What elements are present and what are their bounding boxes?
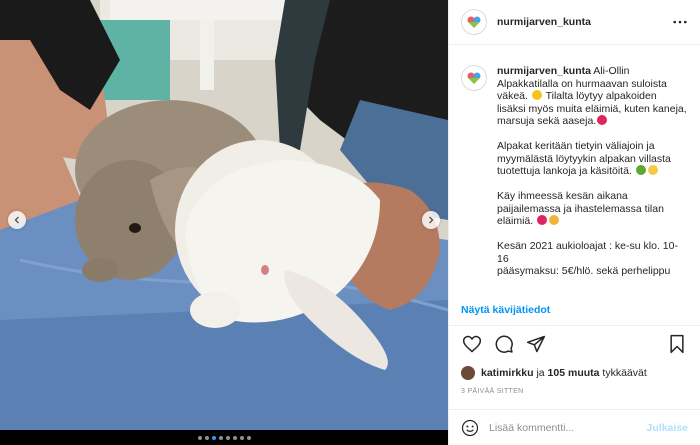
comment-input[interactable] bbox=[489, 421, 647, 434]
carousel-dot bbox=[211, 435, 216, 440]
carousel-dot bbox=[246, 435, 251, 440]
carousel-dot bbox=[204, 435, 209, 440]
post-actions bbox=[449, 326, 700, 362]
caption-text: nurmijarven_kunta Ali-Ollin Alpakkatilal… bbox=[497, 65, 688, 295]
instagram-post: nurmijarven_kunta nurmijarven_kunta Ali-… bbox=[0, 0, 700, 445]
carousel-dot bbox=[197, 435, 202, 440]
carousel-dot bbox=[239, 435, 244, 440]
carousel-indicator bbox=[0, 430, 448, 445]
liker-username[interactable]: katimirkku bbox=[481, 367, 534, 379]
post-header: nurmijarven_kunta bbox=[449, 0, 700, 45]
sun-emoji-icon bbox=[531, 90, 542, 100]
share-button[interactable] bbox=[525, 333, 547, 355]
carousel-dot bbox=[232, 435, 237, 440]
comment-button[interactable] bbox=[493, 333, 515, 355]
share-icon bbox=[526, 335, 546, 353]
chevron-right-icon bbox=[429, 216, 434, 224]
carousel-dot bbox=[225, 435, 230, 440]
yarn-emoji-icon bbox=[635, 165, 646, 175]
heart-emoji-icon bbox=[597, 115, 608, 125]
carousel-dot bbox=[218, 435, 223, 440]
comment-icon bbox=[495, 335, 513, 353]
hug-emoji-icon bbox=[549, 215, 560, 225]
header-username[interactable]: nurmijarven_kunta bbox=[497, 16, 672, 28]
chevron-left-icon bbox=[14, 216, 19, 224]
like-button[interactable] bbox=[461, 333, 483, 355]
save-button[interactable] bbox=[666, 333, 688, 355]
heart-emoji-icon bbox=[537, 215, 548, 225]
likes-summary: katimirkku ja 105 muuta tykkäävät bbox=[449, 362, 700, 384]
caption-avatar[interactable] bbox=[461, 65, 487, 91]
caption-area: nurmijarven_kunta Ali-Ollin Alpakkatilal… bbox=[449, 45, 700, 295]
rabbits-photo[interactable] bbox=[0, 0, 448, 430]
post-sidebar: nurmijarven_kunta nurmijarven_kunta Ali-… bbox=[448, 0, 700, 445]
caption-paragraph-6: pääsymaksu: 5€/hlö. sekä perhelippu bbox=[497, 265, 671, 277]
comment-form: Julkaise bbox=[449, 409, 700, 445]
post-timestamp[interactable]: 3 PÄIVÄÄ SITTEN bbox=[449, 384, 700, 402]
more-options-icon[interactable] bbox=[672, 14, 688, 30]
caption-paragraph-4: Käy ihmeessä kesän aikana paijailemassa … bbox=[497, 190, 664, 227]
likes-connector: ja bbox=[533, 367, 548, 379]
profile-avatar[interactable] bbox=[461, 9, 487, 35]
likes-suffix: tykkäävät bbox=[599, 367, 647, 379]
view-insights-link[interactable]: Näytä kävijätiedot bbox=[461, 304, 550, 316]
post-comment-button[interactable]: Julkaise bbox=[647, 422, 688, 434]
carousel-next-button[interactable] bbox=[422, 211, 440, 229]
caption-paragraph-5: Kesän 2021 aukioloajat : ke-su klo. 10-1… bbox=[497, 240, 678, 265]
liker-avatar[interactable] bbox=[461, 366, 475, 380]
heart-icon bbox=[462, 335, 482, 353]
post-media bbox=[0, 0, 448, 445]
insights-link-row: Näytä kävijätiedot bbox=[449, 295, 700, 326]
likes-count[interactable]: 105 muuta bbox=[548, 367, 600, 379]
caption-username[interactable]: nurmijarven_kunta bbox=[497, 65, 591, 77]
carousel-prev-button[interactable] bbox=[8, 211, 26, 229]
smile-emoji-icon bbox=[647, 165, 658, 175]
emoji-icon[interactable] bbox=[461, 419, 479, 437]
heart-logo-icon bbox=[467, 16, 481, 28]
heart-logo-icon bbox=[467, 72, 481, 84]
bookmark-icon bbox=[670, 334, 684, 354]
